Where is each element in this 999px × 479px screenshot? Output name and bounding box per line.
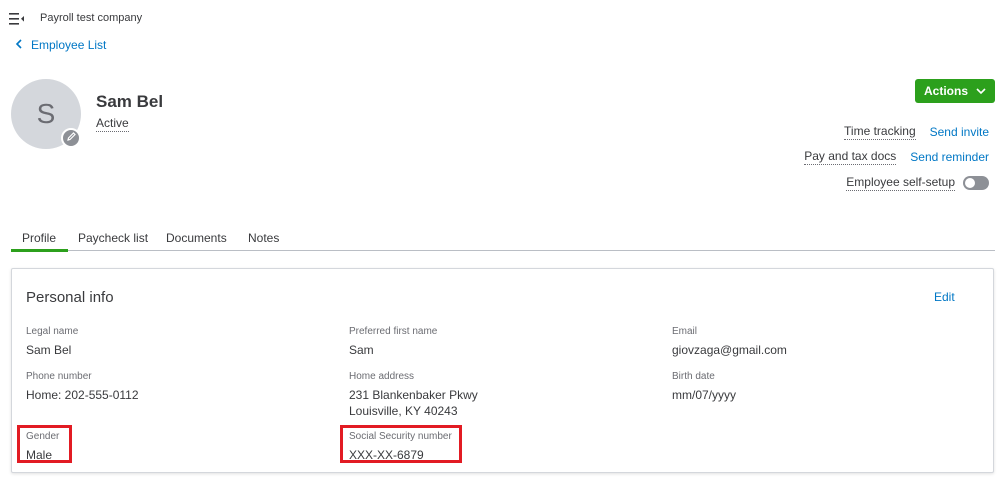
hamburger-collapse-icon[interactable] [9,12,25,25]
toggle-knob [965,178,975,188]
birth-date-value: mm/07/yyyy [672,388,737,402]
personal-info-title: Personal info [26,289,114,306]
self-setup-toggle[interactable] [963,176,989,190]
ssn-highlight-box [340,425,462,463]
personal-info-card: Personal info Edit Legal name Sam Bel Pr… [11,268,994,473]
home-address-line2: Louisville, KY 40243 [349,404,458,418]
self-setup-label[interactable]: Employee self-setup [846,175,955,191]
legal-name-field: Legal name Sam Bel [26,325,78,358]
pay-tax-docs-label[interactable]: Pay and tax docs [804,149,897,165]
phone-number-label: Phone number [26,371,92,382]
actions-button[interactable]: Actions [915,79,995,103]
send-reminder-link[interactable]: Send reminder [910,150,989,164]
home-address-label: Home address [349,371,415,382]
tab-documents[interactable]: Documents [166,231,227,251]
back-link-label: Employee List [31,38,107,52]
self-setup-row: Employee self-setup [846,175,989,191]
employee-status[interactable]: Active [96,116,129,132]
birth-date-label: Birth date [672,371,715,382]
tab-notes[interactable]: Notes [248,231,279,251]
employee-list-back-link[interactable]: Employee List [15,38,106,52]
preferred-first-name-field: Preferred first name Sam [349,325,437,358]
tab-paycheck-list[interactable]: Paycheck list [78,231,148,251]
company-name: Payroll test company [40,12,143,24]
phone-number-value: Home: 202-555-0112 [26,388,139,402]
legal-name-label: Legal name [26,326,79,337]
tab-bar: Profile Paycheck list Documents Notes [10,226,995,252]
email-label: Email [672,326,698,337]
edit-personal-info-link[interactable]: Edit [934,290,955,304]
email-field: Email giovzaga@gmail.com [672,325,787,358]
birth-date-field: Birth date mm/07/yyyy [672,370,736,403]
home-address-line1: 231 Blankenbaker Pkwy [349,388,478,402]
preferred-first-name-value: Sam [349,343,374,357]
chevron-left-icon [15,38,23,52]
pencil-icon [66,129,77,147]
avatar-initial: S [36,98,56,129]
time-tracking-row: Time tracking Send invite [844,124,989,140]
pay-tax-docs-row: Pay and tax docs Send reminder [804,149,989,165]
actions-button-label: Actions [923,84,968,98]
home-address-field: Home address 231 Blankenbaker Pkwy Louis… [349,370,478,419]
email-value: giovzaga@gmail.com [672,343,787,357]
send-invite-link[interactable]: Send invite [930,125,989,139]
legal-name-value: Sam Bel [26,343,72,357]
chevron-down-icon [968,84,986,98]
time-tracking-label[interactable]: Time tracking [844,124,916,140]
top-bar: Payroll test company [0,0,999,36]
tab-profile[interactable]: Profile [10,231,69,252]
employee-name: Sam Bel [96,92,164,111]
gender-highlight-box [17,425,72,463]
preferred-first-name-label: Preferred first name [349,326,438,337]
edit-avatar-button[interactable] [61,128,81,148]
phone-number-field: Phone number Home: 202-555-0112 [26,370,139,403]
